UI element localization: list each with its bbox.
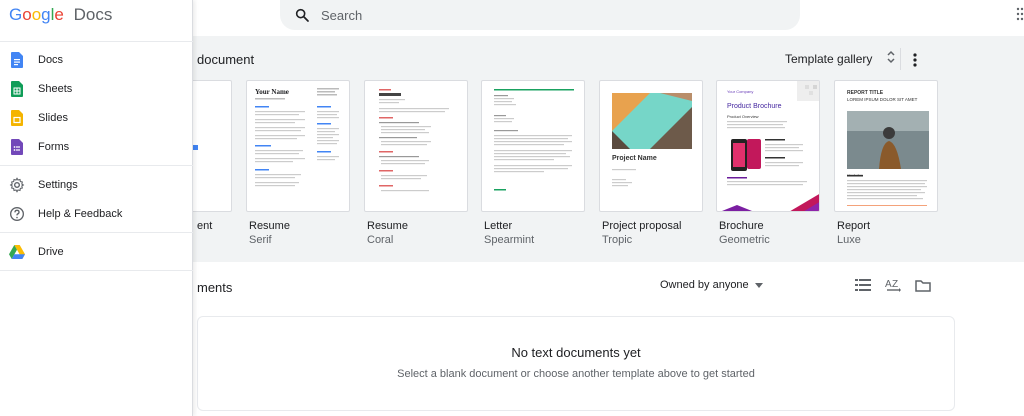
sheets-icon bbox=[8, 80, 26, 98]
blank-plus-icon bbox=[193, 145, 198, 150]
search-bar[interactable]: Search bbox=[280, 0, 800, 30]
logo-docs-text: Docs bbox=[73, 5, 113, 24]
search-icon[interactable] bbox=[292, 5, 312, 25]
sidebar-item-forms[interactable]: Forms bbox=[0, 134, 193, 160]
resume-coral-thumbnail bbox=[379, 89, 449, 192]
template-subtitle: Coral bbox=[367, 234, 394, 246]
logo-letter: g bbox=[41, 5, 51, 24]
slides-icon bbox=[8, 109, 26, 127]
template-card-resume-serif[interactable]: Your Name bbox=[246, 80, 350, 212]
svg-text:A: A bbox=[885, 279, 892, 290]
sidebar-item-label: Help & Feedback bbox=[38, 208, 123, 220]
thumb-company: Your Company bbox=[727, 89, 754, 94]
logo-letter: o bbox=[22, 5, 32, 24]
letter-spearmint-thumbnail bbox=[494, 89, 574, 191]
folder-icon[interactable] bbox=[914, 276, 932, 294]
sidebar-item-drive[interactable]: Drive bbox=[0, 239, 193, 265]
divider bbox=[0, 41, 193, 42]
sidebar-item-label: Settings bbox=[38, 179, 78, 191]
divider bbox=[0, 270, 193, 271]
template-gallery-button[interactable]: Template gallery bbox=[785, 48, 901, 70]
empty-state-title: No text documents yet bbox=[511, 345, 641, 360]
sidebar-item-label: Forms bbox=[38, 141, 70, 153]
template-card-brochure[interactable]: Your Company Product Brochure Product Ov… bbox=[716, 80, 820, 212]
logo-letter: e bbox=[54, 5, 64, 24]
thumb-report-lorem: LOREM IPSUM DOLOR SIT AMET bbox=[847, 97, 918, 102]
more-options-icon[interactable] bbox=[908, 52, 922, 68]
template-card-project-proposal[interactable]: Project Name bbox=[599, 80, 703, 212]
template-subtitle: Serif bbox=[249, 234, 272, 246]
template-title: Letter bbox=[484, 220, 513, 232]
sidebar-item-sheets[interactable]: Sheets bbox=[0, 76, 193, 102]
template-subtitle: Tropic bbox=[602, 234, 633, 246]
template-card-letter-spearmint[interactable] bbox=[481, 80, 585, 212]
report-thumbnail: REPORT TITLE LOREM IPSUM DOLOR SIT AMET … bbox=[835, 81, 937, 211]
dropdown-arrow-icon bbox=[754, 279, 763, 291]
sidebar-item-docs[interactable]: Docs bbox=[0, 47, 193, 73]
sort-az-icon[interactable]: AZ bbox=[884, 276, 902, 294]
help-icon bbox=[8, 205, 26, 223]
template-card-resume-coral[interactable] bbox=[364, 80, 468, 212]
logo-letter: G bbox=[9, 5, 23, 24]
thumb-brochure-title: Product Brochure bbox=[727, 103, 782, 110]
brochure-thumbnail: Your Company Product Brochure Product Ov… bbox=[717, 81, 819, 211]
project-proposal-thumbnail: Project Name bbox=[600, 81, 702, 211]
template-subtitle: Geometric bbox=[719, 234, 770, 246]
thumb-project-name: Project Name bbox=[612, 155, 657, 162]
resume-serif-thumbnail: Your Name bbox=[247, 81, 349, 211]
thumb-report-title: REPORT TITLE bbox=[847, 90, 884, 96]
google-docs-logo[interactable]: Google Docs bbox=[9, 5, 112, 25]
template-subtitle: Spearmint bbox=[484, 234, 535, 246]
template-title: Resume bbox=[367, 220, 408, 232]
template-blank-label: ent bbox=[197, 220, 213, 232]
sidebar-item-help-feedback[interactable]: Help & Feedback bbox=[0, 201, 193, 227]
forms-icon bbox=[8, 138, 26, 156]
thumb-report-intro: Introduction bbox=[847, 173, 863, 177]
template-gallery-label: Template gallery bbox=[785, 51, 873, 66]
navigation-drawer: Google Docs Docs Sheets Slides Forms Set… bbox=[0, 0, 193, 416]
divider bbox=[900, 48, 901, 70]
gear-icon bbox=[8, 176, 26, 194]
template-card-report[interactable]: REPORT TITLE LOREM IPSUM DOLOR SIT AMET … bbox=[834, 80, 938, 212]
logo-letter: o bbox=[31, 5, 42, 24]
recent-documents-title: ments bbox=[197, 280, 233, 295]
sidebar-item-label: Docs bbox=[38, 54, 64, 66]
template-title: Resume bbox=[249, 220, 290, 232]
unfold-icon bbox=[886, 50, 896, 67]
svg-text:Z: Z bbox=[892, 279, 898, 290]
list-view-icon[interactable] bbox=[854, 276, 872, 294]
sidebar-item-label: Sheets bbox=[38, 83, 73, 95]
owner-filter-label: Owned by anyone bbox=[660, 279, 749, 291]
docs-icon bbox=[8, 51, 26, 69]
divider bbox=[0, 165, 193, 166]
divider bbox=[0, 232, 193, 233]
sidebar-item-slides[interactable]: Slides bbox=[0, 105, 193, 131]
sidebar-item-label: Slides bbox=[38, 112, 68, 124]
template-title: Project proposal bbox=[602, 220, 682, 232]
empty-state-subtitle: Select a blank document or choose anothe… bbox=[397, 368, 755, 380]
template-subtitle: Luxe bbox=[837, 234, 861, 246]
search-input[interactable]: Search bbox=[321, 8, 362, 23]
drive-icon bbox=[8, 243, 26, 261]
template-title: Brochure bbox=[719, 220, 764, 232]
sidebar-item-settings[interactable]: Settings bbox=[0, 172, 193, 198]
start-new-document-title: document bbox=[197, 52, 255, 67]
sidebar-item-label: Drive bbox=[38, 246, 64, 258]
apps-icon[interactable] bbox=[1016, 7, 1024, 21]
empty-state-panel: No text documents yet Select a blank doc… bbox=[197, 316, 955, 411]
thumb-overview: Product Overview bbox=[727, 114, 759, 119]
template-title: Report bbox=[837, 220, 871, 232]
owner-filter-dropdown[interactable]: Owned by anyone bbox=[660, 279, 763, 291]
